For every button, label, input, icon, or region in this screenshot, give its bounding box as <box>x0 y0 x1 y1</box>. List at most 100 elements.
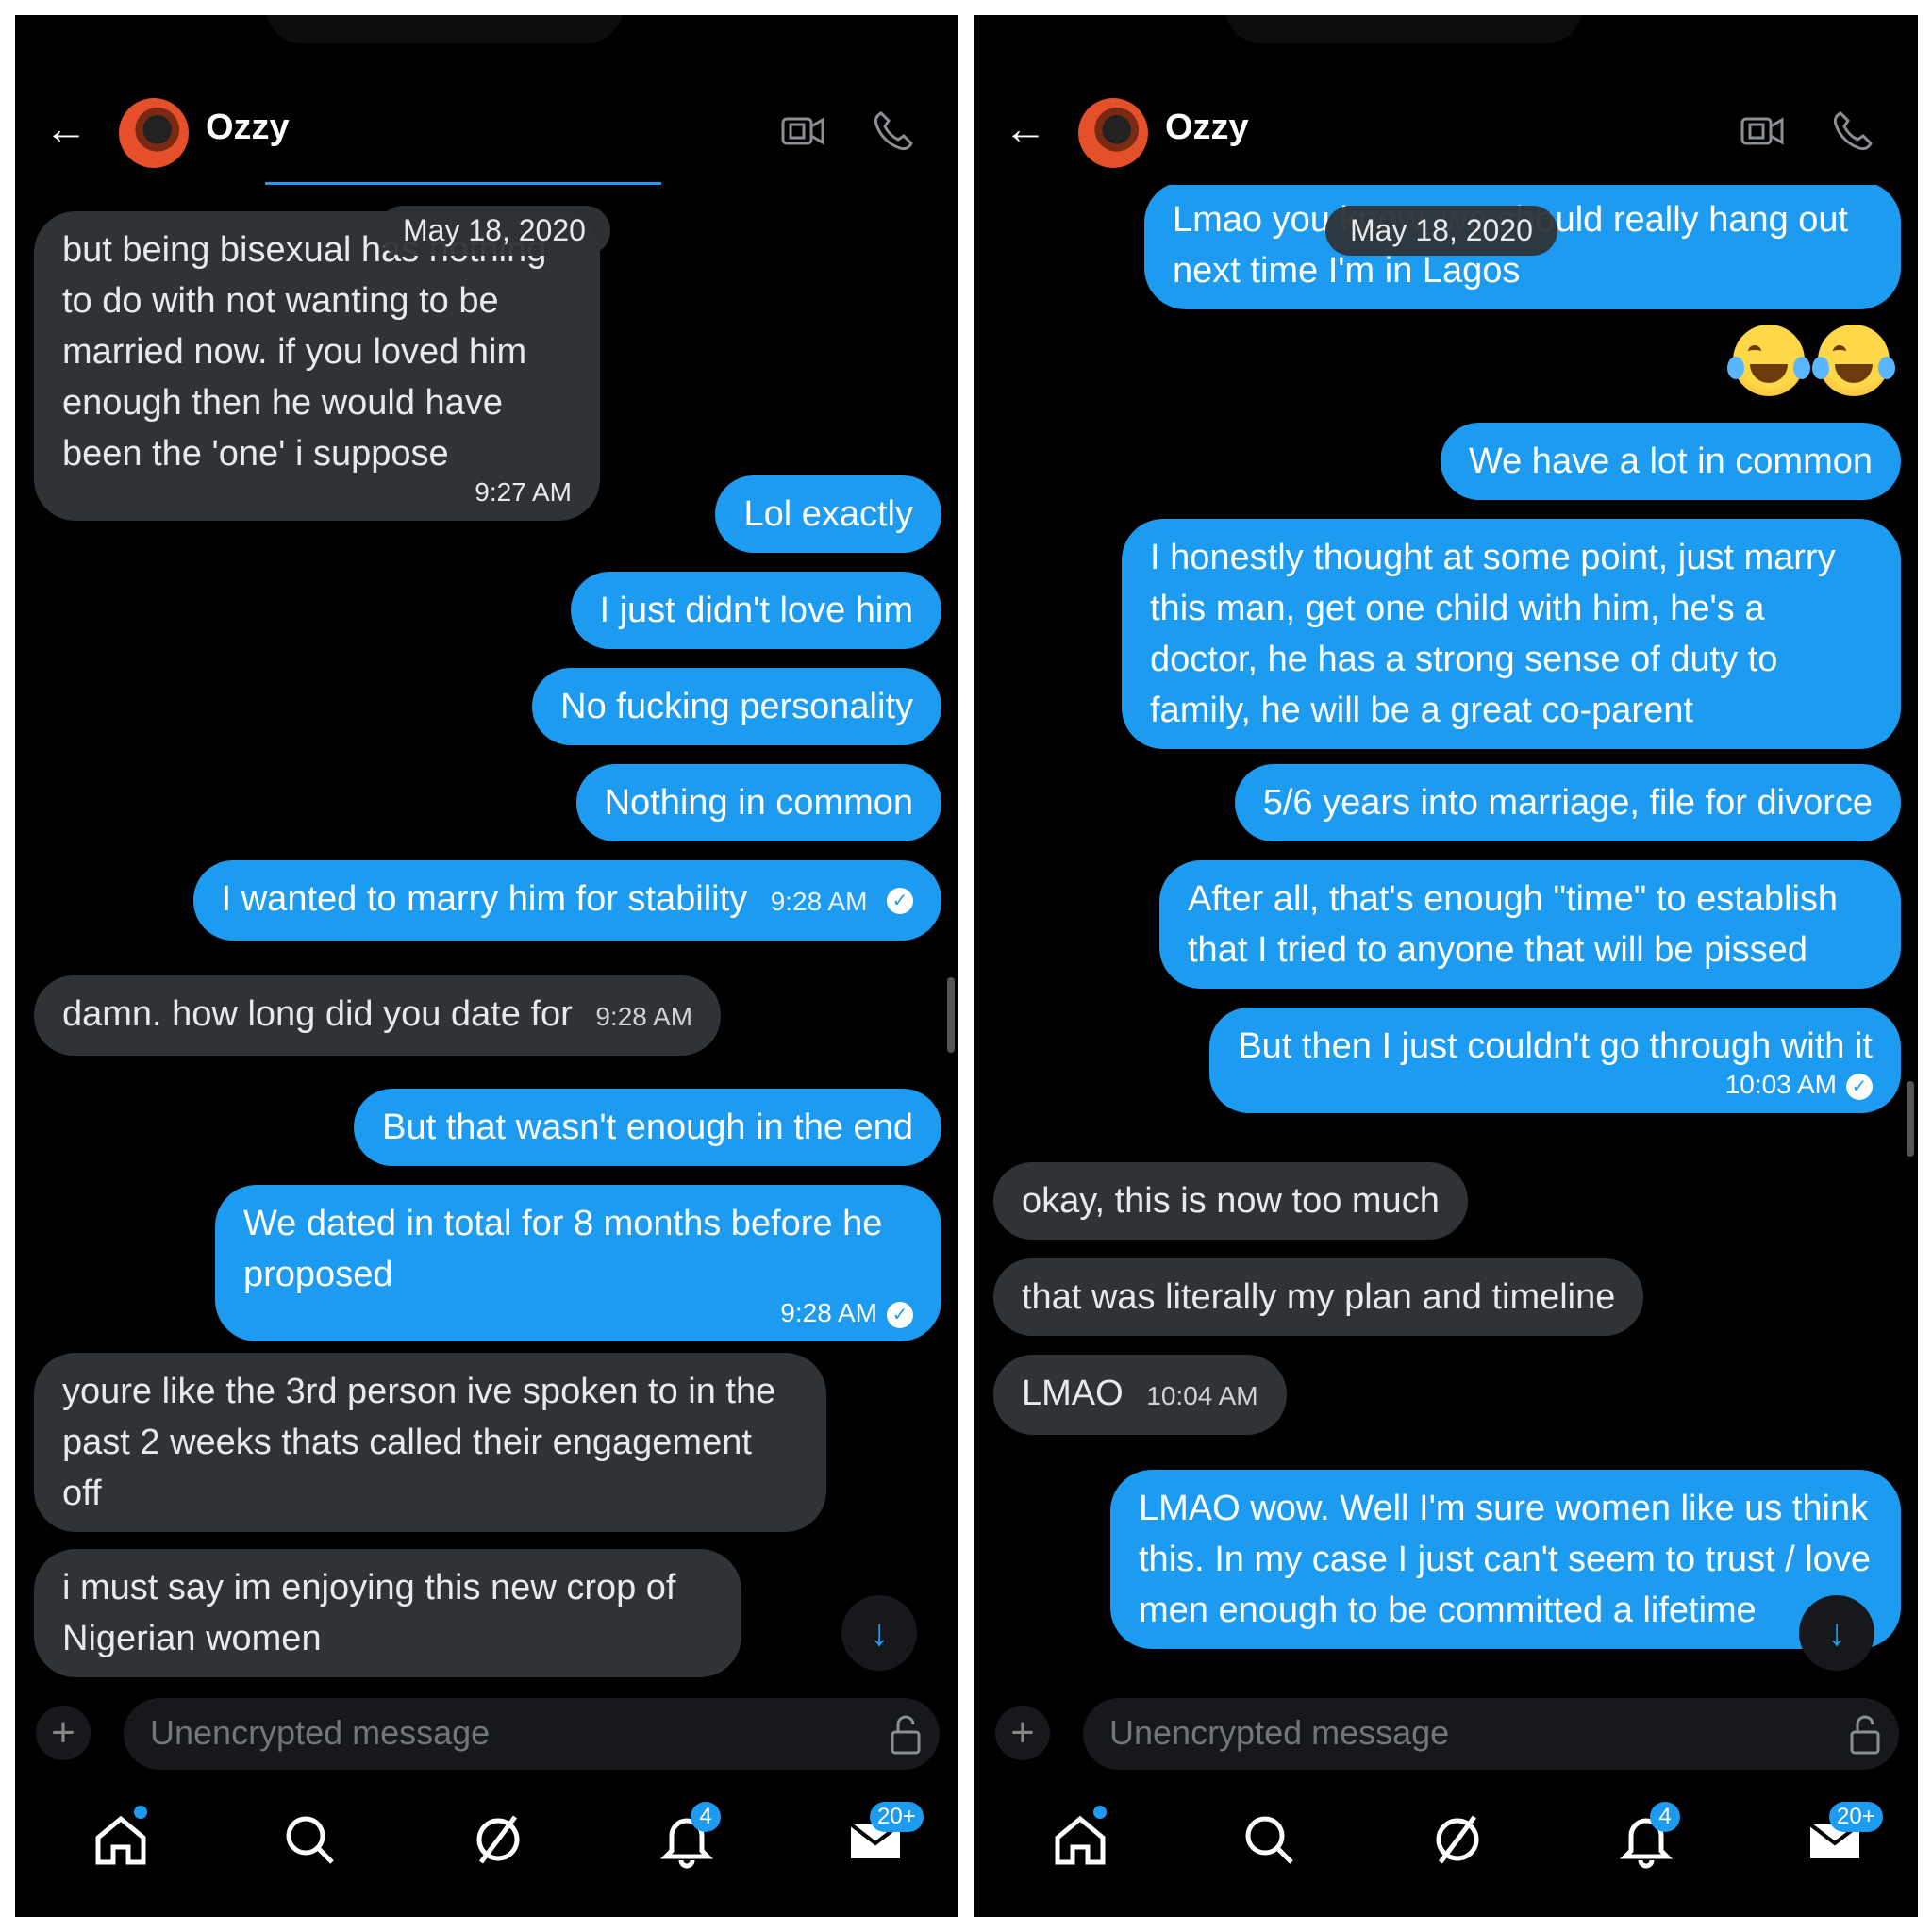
emoji-reply[interactable] <box>1727 325 1895 396</box>
scrollbar[interactable] <box>947 977 955 1053</box>
conversation-header: ← Ozzy <box>974 81 1918 185</box>
message-time: 9:27 AM <box>475 477 572 507</box>
home-icon[interactable] <box>1050 1806 1110 1870</box>
search-icon[interactable] <box>1239 1809 1299 1870</box>
sent-message[interactable]: But that wasn't enough in the end <box>354 1089 941 1166</box>
sent-message[interactable]: I just didn't love him <box>571 572 941 649</box>
notifications-bell-icon[interactable]: 4 <box>1616 1802 1680 1870</box>
message-text: but being bisexual has nothing to do wit… <box>62 230 547 474</box>
back-arrow-icon[interactable]: ← <box>999 102 1052 155</box>
scroll-to-bottom-button[interactable]: ↓ <box>841 1595 917 1671</box>
sent-message[interactable]: Nothing in common <box>575 764 941 841</box>
contact-name[interactable]: Ozzy <box>1165 108 1249 148</box>
message-time: 9:28 AM <box>770 887 868 916</box>
received-message[interactable]: i must say im enjoying this new crop of … <box>34 1549 741 1677</box>
sent-message[interactable]: After all, that's enough "time" to estab… <box>1159 860 1901 989</box>
messages-envelope-icon[interactable]: 20+ <box>1805 1802 1883 1870</box>
notifications-badge: 4 <box>1650 1802 1680 1832</box>
message-text: youre like the 3rd person ive spoken to … <box>62 1372 776 1513</box>
message-time-row: 10:03 AM ✓ <box>1238 1070 1873 1100</box>
grok-icon[interactable] <box>1427 1809 1488 1870</box>
message-text: I just didn't love him <box>599 591 913 630</box>
status-bar <box>974 15 1918 43</box>
message-text: that was literally my plan and timeline <box>1022 1277 1616 1317</box>
message-text: After all, that's enough "time" to estab… <box>1188 879 1839 970</box>
message-list[interactable]: Lmao you know, we should really hang out… <box>974 157 1918 1700</box>
received-message[interactable]: but being bisexual has nothing to do wit… <box>34 211 600 521</box>
message-text: But that wasn't enough in the end <box>382 1108 913 1147</box>
message-time: 9:28 AM <box>595 1002 693 1031</box>
message-input-placeholder: Unencrypted message <box>1109 1713 1450 1752</box>
sent-message[interactable]: 5/6 years into marriage, file for divorc… <box>1234 764 1901 841</box>
message-input-placeholder: Unencrypted message <box>150 1713 491 1752</box>
sent-message[interactable]: We dated in total for 8 months before he… <box>215 1185 941 1341</box>
message-text: No fucking personality <box>560 687 913 726</box>
phone-call-icon[interactable] <box>870 108 917 155</box>
laughing-tears-emoji-icon <box>1727 325 1810 396</box>
back-arrow-icon[interactable]: ← <box>40 102 92 155</box>
message-text: Nothing in common <box>604 783 913 823</box>
video-call-icon[interactable] <box>779 108 826 155</box>
received-message[interactable]: that was literally my plan and timeline <box>993 1258 1644 1336</box>
camera-cutout <box>265 15 624 43</box>
message-composer: + Unencrypted message <box>974 1690 1918 1775</box>
message-list[interactable]: but being bisexual has nothing to do wit… <box>15 157 958 1700</box>
read-check-icon: ✓ <box>887 887 913 914</box>
search-icon[interactable] <box>279 1809 340 1870</box>
conversation-header: ← Ozzy <box>15 81 958 185</box>
messages-badge: 20+ <box>870 1802 924 1832</box>
notifications-bell-icon[interactable]: 4 <box>657 1802 721 1870</box>
home-notification-dot <box>1093 1806 1107 1819</box>
message-composer: + Unencrypted message <box>15 1690 958 1775</box>
bottom-navigation: 4 20+ <box>15 1775 958 1917</box>
avatar[interactable] <box>1078 98 1148 168</box>
sent-message[interactable]: Lol exactly <box>715 475 941 553</box>
message-text: damn. how long did you date for <box>62 994 573 1034</box>
message-text: But then I just couldn't go through with… <box>1238 1026 1873 1066</box>
contact-name[interactable]: Ozzy <box>206 108 290 148</box>
received-message[interactable]: youre like the 3rd person ive spoken to … <box>34 1353 826 1532</box>
sent-message[interactable]: LMAO wow. Well I'm sure women like us th… <box>1110 1470 1901 1649</box>
phone-call-icon[interactable] <box>1829 108 1876 155</box>
sent-message[interactable]: But then I just couldn't go through with… <box>1209 1008 1901 1113</box>
received-message[interactable]: LMAO 10:04 AM <box>993 1355 1287 1435</box>
message-text: LMAO <box>1022 1374 1124 1413</box>
message-text: We have a lot in common <box>1468 441 1873 481</box>
add-attachment-icon[interactable]: + <box>995 1706 1050 1760</box>
sent-message[interactable]: I wanted to marry him for stability 9:28… <box>192 860 941 941</box>
unlock-icon[interactable] <box>887 1713 924 1755</box>
sent-message[interactable]: I honestly thought at some point, just m… <box>1122 519 1901 749</box>
received-message[interactable]: damn. how long did you date for 9:28 AM <box>34 975 722 1056</box>
message-text: LMAO wow. Well I'm sure women like us th… <box>1139 1489 1871 1630</box>
message-text: 5/6 years into marriage, file for divorc… <box>1262 783 1873 823</box>
message-time: 10:03 AM <box>1724 1070 1837 1099</box>
scrollbar[interactable] <box>1907 1081 1914 1157</box>
message-input[interactable]: Unencrypted message <box>124 1698 940 1770</box>
status-bar <box>15 15 958 43</box>
message-text: I honestly thought at some point, just m… <box>1150 538 1836 730</box>
messages-envelope-icon[interactable]: 20+ <box>845 1802 924 1870</box>
bottom-navigation: 4 20+ <box>974 1775 1918 1917</box>
notifications-badge: 4 <box>691 1802 721 1832</box>
grok-icon[interactable] <box>468 1809 528 1870</box>
date-label: May 18, 2020 <box>1325 206 1557 256</box>
add-attachment-icon[interactable]: + <box>36 1706 91 1760</box>
sent-message[interactable]: We have a lot in common <box>1440 423 1901 500</box>
chat-screen-left: ← Ozzy but being bisexual has nothing to… <box>15 15 958 1917</box>
message-text: Lol exactly <box>743 494 913 534</box>
home-icon[interactable] <box>91 1806 151 1870</box>
message-time-row: 9:28 AM ✓ <box>243 1298 913 1328</box>
scroll-to-bottom-button[interactable]: ↓ <box>1799 1595 1874 1671</box>
unlock-icon[interactable] <box>1846 1713 1884 1755</box>
avatar[interactable] <box>119 98 189 168</box>
message-text: okay, this is now too much <box>1022 1181 1440 1221</box>
video-call-icon[interactable] <box>1739 108 1786 155</box>
received-message[interactable]: okay, this is now too much <box>993 1162 1468 1240</box>
message-time: 9:28 AM <box>780 1298 877 1327</box>
message-input[interactable]: Unencrypted message <box>1083 1698 1899 1770</box>
messages-badge: 20+ <box>1829 1802 1883 1832</box>
message-time: 10:04 AM <box>1146 1381 1258 1410</box>
read-check-icon: ✓ <box>887 1301 913 1328</box>
sent-message[interactable]: No fucking personality <box>532 668 941 745</box>
message-text: I wanted to marry him for stability <box>221 879 748 919</box>
